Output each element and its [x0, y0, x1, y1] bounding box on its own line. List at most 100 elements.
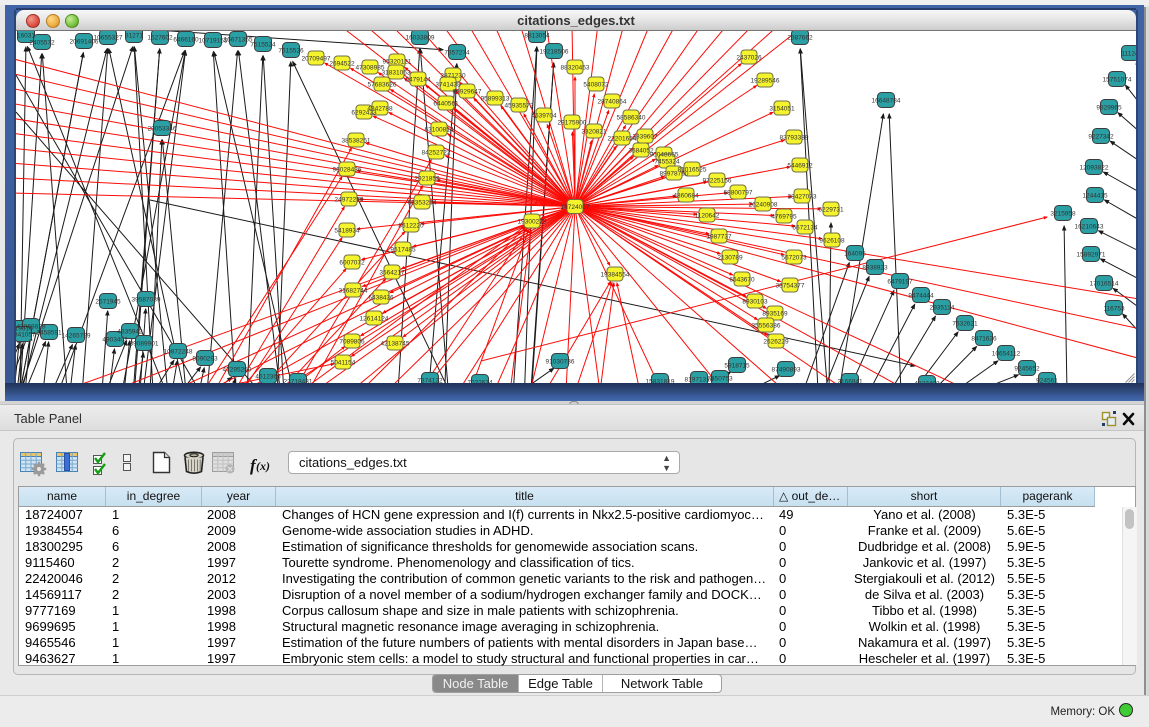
svg-text:2626229: 2626229 [763, 339, 789, 346]
svg-text:6007072: 6007072 [339, 260, 365, 267]
svg-text:16648784: 16648784 [872, 98, 901, 105]
svg-text:2405572: 2405572 [29, 40, 55, 47]
svg-text:9329965: 9329965 [1096, 105, 1122, 112]
svg-text:12093822: 12093822 [1080, 165, 1109, 172]
svg-text:5672073: 5672073 [781, 255, 807, 262]
svg-text:31682744: 31682744 [339, 288, 368, 295]
svg-text:29053346: 29053346 [148, 126, 177, 133]
svg-text:91030736: 91030736 [546, 359, 575, 366]
svg-text:19289546: 19289546 [751, 78, 780, 85]
svg-text:1527602: 1527602 [147, 35, 173, 42]
svg-text:7615526: 7615526 [278, 48, 304, 55]
svg-text:10655327: 10655327 [94, 35, 123, 42]
svg-text:3564217: 3564217 [379, 270, 405, 277]
svg-text:12614124: 12614124 [360, 316, 389, 323]
svg-text:7350753: 7350753 [707, 376, 733, 383]
svg-text:95320121: 95320121 [383, 59, 412, 66]
svg-text:7357274: 7357274 [444, 50, 470, 57]
svg-text:3871230: 3871230 [440, 73, 466, 80]
svg-text:6543670: 6543670 [729, 277, 755, 284]
svg-text:47308985: 47308985 [356, 65, 385, 72]
svg-text:8612220: 8612220 [398, 223, 424, 230]
svg-text:9227342: 9227342 [1088, 134, 1114, 141]
svg-text:2458591: 2458591 [36, 330, 62, 337]
svg-text:83793389: 83793389 [780, 135, 809, 142]
svg-text:6440561: 6440561 [433, 101, 459, 108]
svg-text:19300273: 19300273 [518, 219, 547, 226]
svg-text:5418934: 5418934 [334, 228, 360, 235]
svg-text:8930103: 8930103 [742, 299, 768, 306]
svg-text:81016525: 81016525 [678, 167, 707, 174]
svg-text:20709497: 20709497 [302, 56, 331, 63]
svg-text:5918715: 5918715 [724, 363, 750, 370]
svg-text:90048665: 90048665 [650, 152, 679, 159]
svg-text:19218506: 19218506 [540, 49, 569, 56]
svg-text:96028436: 96028436 [333, 167, 362, 174]
svg-text:(x): (x) [256, 459, 270, 473]
svg-text:2571945: 2571945 [95, 299, 121, 306]
svg-text:8090293: 8090293 [192, 356, 218, 363]
svg-text:16031: 16031 [17, 33, 35, 40]
svg-text:3341057: 3341057 [16, 332, 36, 339]
svg-text:35556386: 35556386 [752, 323, 781, 330]
svg-text:16210643: 16210643 [1075, 224, 1104, 231]
svg-text:23718431: 23718431 [284, 379, 313, 384]
svg-text:5408072: 5408072 [583, 82, 609, 89]
svg-text:16033809: 16033809 [406, 35, 435, 42]
svg-text:2694522: 2694522 [329, 61, 355, 68]
svg-text:3154051: 3154051 [769, 106, 795, 113]
svg-text:89089901: 89089901 [130, 341, 159, 348]
svg-text:38538251: 38538251 [342, 138, 371, 145]
svg-text:6672134: 6672134 [792, 225, 818, 232]
svg-text:4539704: 4539704 [531, 113, 557, 120]
svg-text:7515524: 7515524 [250, 42, 276, 49]
svg-text:1244415: 1244415 [1082, 193, 1108, 200]
svg-text:4612365: 4612365 [255, 374, 281, 381]
svg-text:6229731: 6229731 [818, 207, 844, 214]
svg-text:10872248: 10872248 [164, 349, 193, 356]
svg-text:9517485: 9517485 [390, 247, 416, 254]
svg-text:47295260: 47295260 [223, 367, 252, 374]
svg-text:2921859: 2921859 [414, 176, 440, 183]
svg-text:8938923: 8938923 [862, 265, 888, 272]
svg-text:5446912: 5446912 [787, 163, 813, 170]
svg-text:2387662: 2387662 [787, 35, 813, 42]
svg-text:57683626: 57683626 [368, 82, 397, 89]
svg-text:15831819: 15831819 [646, 379, 675, 384]
svg-text:116753: 116753 [1103, 306, 1125, 313]
svg-text:4823498: 4823498 [914, 381, 940, 384]
svg-text:4860684: 4860684 [673, 193, 699, 200]
svg-text:16671355: 16671355 [224, 37, 253, 44]
svg-text:9474444: 9474444 [908, 293, 934, 300]
svg-text:95899313: 95899313 [481, 96, 510, 103]
svg-text:84252722: 84252722 [422, 150, 451, 157]
svg-text:39587039: 39587039 [132, 297, 161, 304]
svg-text:2166941: 2166941 [837, 379, 863, 384]
svg-text:58586340: 58586340 [617, 115, 646, 122]
svg-text:4769795: 4769795 [771, 214, 797, 221]
svg-text:68353204: 68353204 [408, 200, 437, 207]
svg-text:24972279: 24972279 [335, 197, 364, 204]
svg-text:10654112: 10654112 [992, 351, 1021, 358]
svg-text:7022674: 7022674 [467, 380, 493, 384]
svg-text:6466160: 6466160 [173, 37, 199, 44]
svg-text:2437026: 2437026 [736, 55, 762, 62]
svg-text:9245652: 9245652 [1014, 366, 1040, 373]
svg-text:63100814: 63100814 [425, 127, 454, 134]
svg-text:7455324: 7455324 [654, 159, 680, 166]
svg-text:6292423: 6292423 [351, 110, 377, 117]
svg-text:42138745: 42138745 [381, 341, 410, 348]
svg-text:38427073: 38427073 [788, 194, 817, 201]
svg-text:164095: 164095 [844, 251, 866, 258]
svg-text:8813054: 8813054 [524, 33, 550, 40]
svg-text:15892971: 15892971 [1077, 252, 1106, 259]
svg-text:87490893: 87490893 [772, 367, 801, 374]
svg-text:3320821: 3320821 [581, 129, 607, 136]
svg-text:4335942: 4335942 [117, 329, 143, 336]
svg-text:26240908: 26240908 [749, 202, 778, 209]
svg-text:924561: 924561 [1036, 378, 1058, 384]
svg-text:15751074: 15751074 [1103, 77, 1132, 84]
svg-text:3215958: 3215958 [1050, 211, 1076, 218]
svg-text:29175900: 29175900 [558, 120, 587, 127]
svg-text:7374122: 7374122 [417, 378, 443, 384]
